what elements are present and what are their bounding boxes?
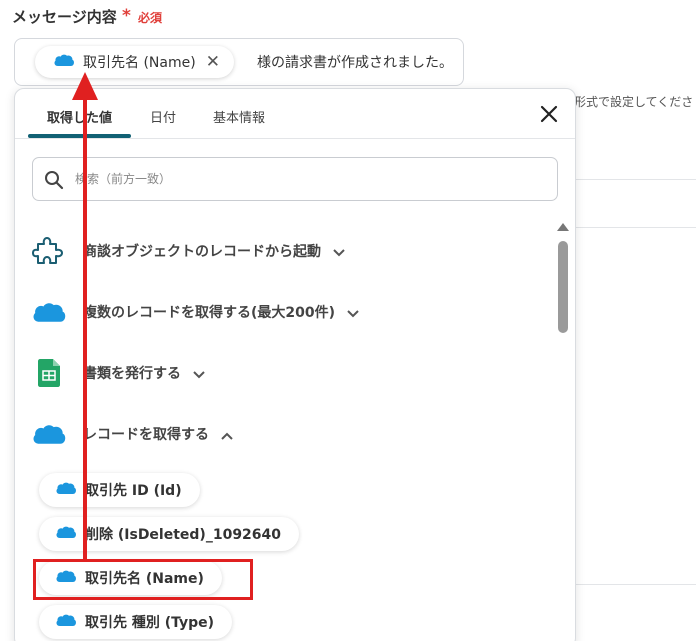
search-field[interactable]: [32, 157, 558, 201]
background-divider: [575, 179, 696, 180]
google-sheets-icon: [29, 353, 69, 393]
salesforce-cloud-icon: [55, 612, 77, 632]
section-label: 複数のレコードを取得する(最大200件): [83, 305, 336, 321]
tab-retrieved-values[interactable]: 取得した値: [47, 107, 112, 126]
close-icon: [540, 105, 558, 123]
value-chip-account-type[interactable]: 取引先 種別 (Type): [39, 605, 233, 639]
panel-tabs: 取得した値 日付 基本情報: [15, 89, 575, 139]
background-divider: [575, 227, 696, 228]
value-chip-account-name[interactable]: 取引先名 (Name): [39, 561, 222, 595]
section-issue-document[interactable]: 書類を発行する: [29, 353, 205, 393]
value-chip-is-deleted[interactable]: 削除 (IsDeleted)_1092640: [39, 517, 300, 551]
required-asterisk: *: [122, 6, 131, 26]
section-get-multiple-records[interactable]: 複数のレコードを取得する(最大200件): [29, 292, 359, 332]
message-token-label: 取引先名 (Name): [83, 55, 196, 71]
chevron-down-icon: [193, 364, 205, 383]
chevron-down-icon: [333, 242, 345, 261]
section-label: 商談オブジェクトのレコードから起動: [83, 244, 321, 260]
message-token-chip[interactable]: 取引先名 (Name) ✕: [35, 46, 234, 78]
background-divider: [575, 584, 696, 585]
value-chip-label: 取引先 種別 (Type): [85, 615, 215, 631]
field-label: メッセージ内容: [12, 8, 117, 26]
message-input[interactable]: 取引先名 (Name) ✕ 様の請求書が作成されました。: [14, 38, 464, 86]
search-icon: [44, 170, 64, 194]
required-label: 必須: [138, 11, 163, 25]
section-opportunity-trigger[interactable]: 商談オブジェクトのレコードから起動: [29, 231, 345, 271]
scroll-up-arrow-icon[interactable]: [557, 223, 569, 231]
message-text: 様の請求書が作成されました。: [257, 55, 453, 71]
salesforce-cloud-icon: [55, 524, 77, 544]
salesforce-cloud-icon: [29, 292, 69, 332]
close-icon[interactable]: ✕: [206, 53, 220, 71]
search-input[interactable]: [75, 166, 545, 192]
tab-basic-info[interactable]: 基本情報: [213, 107, 265, 126]
variable-picker-panel: 取得した値 日付 基本情報 商談オブジェクトのレコードから起動 複数のレコードを…: [14, 88, 576, 641]
value-chip-label: 取引先 ID (Id): [85, 483, 182, 499]
chevron-down-icon: [347, 303, 359, 322]
salesforce-cloud-icon: [29, 414, 69, 454]
salesforce-cloud-icon: [55, 568, 77, 588]
background-hint-text: 形式で設定してくださ: [574, 95, 694, 109]
salesforce-cloud-icon: [53, 52, 75, 72]
tab-date[interactable]: 日付: [150, 107, 176, 126]
value-chip-label: 取引先名 (Name): [85, 571, 204, 587]
value-chip-account-id[interactable]: 取引先 ID (Id): [39, 473, 200, 507]
chevron-up-icon: [221, 425, 233, 444]
puzzle-icon: [29, 231, 69, 271]
salesforce-cloud-icon: [55, 480, 77, 500]
section-label: レコードを取得する: [83, 427, 209, 443]
value-chip-label: 削除 (IsDeleted)_1092640: [85, 527, 282, 543]
active-tab-indicator: [28, 134, 131, 138]
close-panel-button[interactable]: [537, 102, 561, 126]
scrollbar-thumb[interactable]: [558, 241, 568, 333]
section-label: 書類を発行する: [83, 366, 181, 382]
section-get-record[interactable]: レコードを取得する: [29, 414, 233, 454]
